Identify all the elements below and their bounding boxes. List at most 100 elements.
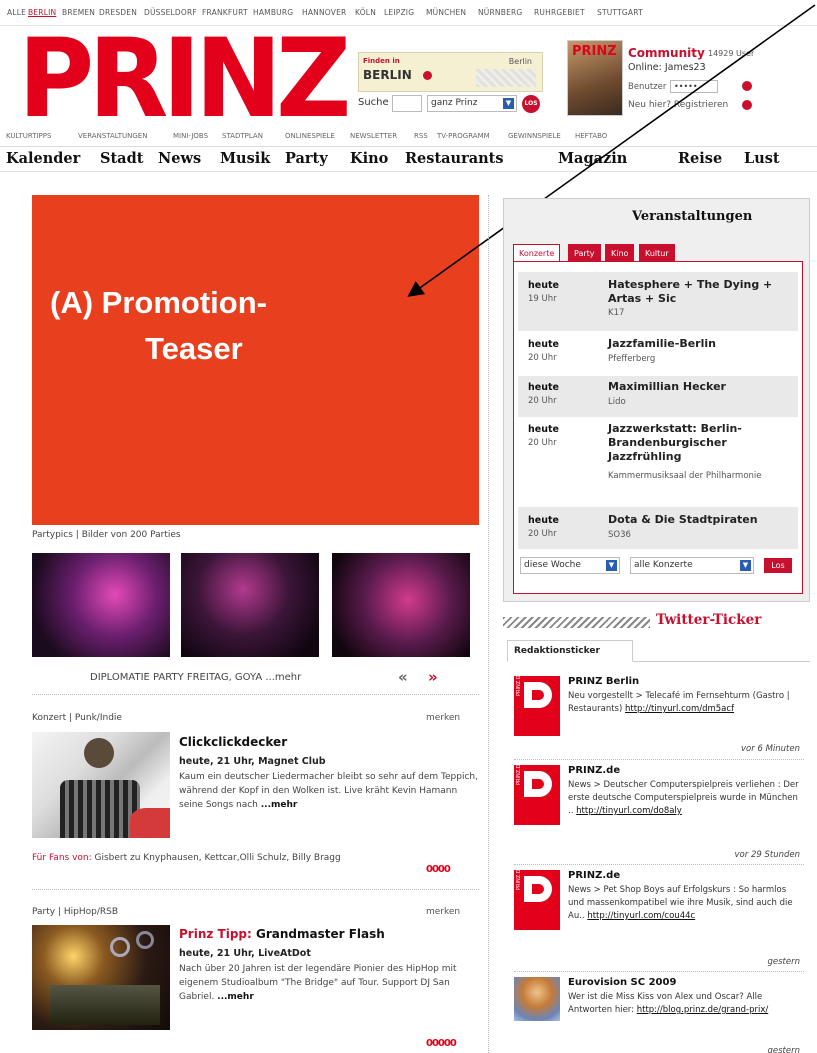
- merken-link[interactable]: merken: [426, 907, 460, 917]
- events-go-button[interactable]: Los: [764, 558, 792, 573]
- article-category: Konzert | Punk/Indie: [32, 713, 122, 723]
- party-photo[interactable]: [181, 553, 319, 657]
- service-link[interactable]: TV-PROGRAMM: [437, 132, 490, 140]
- city-finder-banner[interactable]: Finden in BERLIN Berlin: [358, 52, 543, 92]
- service-link[interactable]: HEFTABO: [575, 132, 607, 140]
- chevron-down-icon: ▼: [503, 98, 514, 109]
- main-nav-kalender[interactable]: Kalender: [6, 150, 80, 167]
- community-title[interactable]: Community: [628, 46, 705, 60]
- partypics-label[interactable]: Partypics | Bilder von 200 Parties: [32, 530, 181, 540]
- service-link[interactable]: NEWSLETTER: [350, 132, 397, 140]
- promotion-teaser-line1: (A) Promotion-: [50, 285, 267, 320]
- prinz-logo[interactable]: PRINZ: [18, 23, 351, 132]
- main-nav-lust[interactable]: Lust: [744, 150, 780, 167]
- password-field[interactable]: •••••: [670, 80, 718, 93]
- service-link[interactable]: STADTPLAN: [222, 132, 263, 140]
- service-link[interactable]: RSS: [414, 132, 428, 140]
- tab-redaktionsticker[interactable]: Redaktionsticker: [507, 640, 633, 662]
- main-nav-news[interactable]: News: [158, 150, 201, 167]
- tweet: PRINZ.DE PRINZ Berlin Neu vorgestellt > …: [514, 672, 804, 760]
- tweet-author[interactable]: PRINZ.de: [568, 870, 620, 881]
- event-location: Lido: [608, 397, 626, 407]
- tweet-author[interactable]: PRINZ.de: [568, 765, 620, 776]
- article-title[interactable]: Clickclickdecker: [179, 735, 287, 749]
- service-link[interactable]: VERANSTALTUNGEN: [78, 132, 147, 140]
- event-time: 20 Uhr: [528, 438, 557, 448]
- tweet-link[interactable]: http://blog.prinz.de/grand-prix/: [637, 1005, 768, 1015]
- community-online: Online: James23: [628, 62, 706, 73]
- category-select[interactable]: alle Konzerte ▼: [630, 557, 754, 574]
- tweet-time: vor 29 Stunden: [734, 850, 800, 860]
- prev-arrow-icon[interactable]: «: [398, 668, 408, 686]
- main-nav-magazin[interactable]: Magazin: [558, 150, 627, 167]
- article-title[interactable]: Prinz Tipp: Grandmaster Flash: [179, 927, 385, 941]
- event-row[interactable]: heute 20 Uhr Maximillian Hecker Lido: [518, 376, 798, 417]
- tab-party[interactable]: Party: [568, 244, 601, 262]
- article-category: Party | HipHop/RSB: [32, 907, 118, 917]
- tweet-link[interactable]: http://tinyurl.com/do8aly: [576, 806, 682, 816]
- search-input[interactable]: [392, 95, 422, 112]
- event-location: Kammermusiksaal der Philharmonie: [608, 471, 762, 481]
- main-nav-reise[interactable]: Reise: [678, 150, 722, 167]
- login-go-icon[interactable]: [742, 81, 752, 91]
- tweet-link[interactable]: http://tinyurl.com/cou44c: [587, 911, 695, 921]
- register-link[interactable]: Neu hier? Registrieren: [628, 100, 728, 110]
- event-row[interactable]: heute 20 Uhr Jazzwerkstatt: Berlin-Brand…: [518, 418, 798, 505]
- register-go-icon[interactable]: [742, 100, 752, 110]
- tweet-author[interactable]: PRINZ Berlin: [568, 676, 639, 687]
- main-nav-musik[interactable]: Musik: [220, 150, 270, 167]
- search-label: Suche: [358, 97, 389, 108]
- image-figure: [60, 780, 140, 838]
- article-image[interactable]: [32, 732, 170, 838]
- promotion-teaser[interactable]: (A) Promotion- Teaser: [32, 195, 479, 525]
- logo-vertical-text: PRINZ.DE: [516, 672, 522, 696]
- week-select[interactable]: diese Woche ▼: [520, 557, 620, 574]
- fans-of-list: Gisbert zu Knyphausen, Kettcar,Olli Schu…: [91, 853, 341, 863]
- city-link-ruhrgebiet[interactable]: RUHRGEBIET: [534, 8, 585, 17]
- partypics-caption[interactable]: DIPLOMATIE PARTY FREITAG, GOYA ...mehr: [90, 672, 301, 683]
- main-nav-kino[interactable]: Kino: [350, 150, 388, 167]
- search-button[interactable]: LOS: [522, 95, 540, 113]
- stripes-decoration: [503, 617, 650, 628]
- service-link[interactable]: GEWINNSPIELE: [508, 132, 561, 140]
- tab-kultur[interactable]: Kultur: [639, 244, 675, 262]
- city-link-muenchen[interactable]: MÜNCHEN: [426, 8, 466, 17]
- main-nav-restaurants[interactable]: Restaurants: [405, 150, 504, 167]
- tab-konzerte[interactable]: Konzerte: [513, 244, 561, 262]
- finden-go-icon[interactable]: [423, 71, 432, 80]
- chevron-down-icon: ▼: [606, 560, 617, 571]
- main-nav-party[interactable]: Party: [285, 150, 328, 167]
- mehr-link[interactable]: ...mehr: [261, 800, 298, 810]
- tweet-author[interactable]: Eurovision SC 2009: [568, 977, 676, 988]
- city-link-nuernberg[interactable]: NÜRNBERG: [478, 8, 522, 17]
- fans-of-label: Für Fans von:: [32, 853, 92, 863]
- event-row[interactable]: heute 20 Uhr Jazzfamilie-Berlin Pfefferb…: [518, 333, 798, 375]
- article-image[interactable]: [32, 925, 170, 1030]
- tweet-link[interactable]: http://tinyurl.com/dm5acf: [625, 704, 734, 714]
- divider: [514, 759, 804, 760]
- service-link[interactable]: KULTURTIPPS: [6, 132, 51, 140]
- tweet: PRINZ.DE PRINZ.de News > Pet Shop Boys a…: [514, 866, 804, 972]
- tweet-time: gestern: [767, 1046, 801, 1053]
- city-link-leipzig[interactable]: LEIPZIG: [384, 8, 414, 17]
- city-link-stuttgart[interactable]: STUTTGART: [597, 8, 643, 17]
- article-title-text: Grandmaster Flash: [251, 927, 385, 941]
- main-nav-stadt[interactable]: Stadt: [100, 150, 143, 167]
- next-arrow-icon[interactable]: »: [428, 668, 438, 686]
- service-link[interactable]: ONLINESPIELE: [285, 132, 335, 140]
- mehr-link[interactable]: ...mehr: [217, 992, 254, 1002]
- image-figure: [110, 937, 130, 957]
- event-row[interactable]: heute 20 Uhr Dota & Die Stadtpiraten SO3…: [518, 507, 798, 549]
- search-scope-select[interactable]: ganz Prinz ▼: [427, 95, 517, 112]
- article-meta: heute, 21 Uhr, LiveAtDot: [179, 948, 311, 959]
- service-link[interactable]: MINI-JOBS: [173, 132, 208, 140]
- party-photo[interactable]: [32, 553, 170, 657]
- merken-link[interactable]: merken: [426, 713, 460, 723]
- fans-of: Für Fans von: Gisbert zu Knyphausen, Ket…: [32, 853, 341, 863]
- event-row[interactable]: heute 19 Uhr Hatesphere + The Dying + Ar…: [518, 272, 798, 331]
- tweet-body: News > Deutscher Computerspielpreis verl…: [568, 779, 804, 818]
- tab-kino[interactable]: Kino: [605, 244, 635, 262]
- party-photo[interactable]: [332, 553, 470, 657]
- magazine-cover-image[interactable]: PRINZ: [567, 40, 623, 116]
- city-link-koeln[interactable]: KÖLN: [355, 8, 376, 17]
